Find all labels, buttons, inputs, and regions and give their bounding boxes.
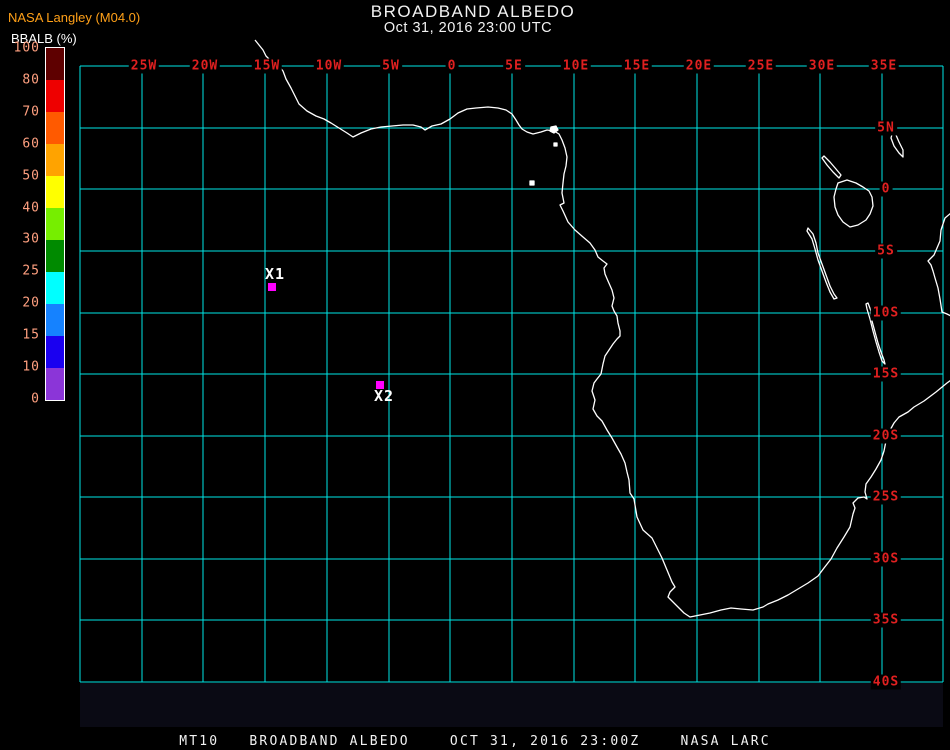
map-canvas: [79, 39, 950, 683]
latitude-label: 30S: [870, 551, 902, 567]
island-outline: [553, 142, 558, 147]
albedo-map-viewer: BROADBAND ALBEDO Oct 31, 2016 23:00 UTC …: [0, 0, 950, 750]
site-marker-label: X2: [374, 387, 395, 405]
longitude-label: 10E: [560, 58, 592, 74]
latitude-label: 35S: [870, 612, 902, 628]
latitude-label: 15S: [870, 366, 902, 382]
lake-outline: [821, 155, 842, 179]
footer-caption: MT10 BROADBAND ALBEDO OCT 31, 2016 23:00…: [179, 734, 771, 749]
latitude-label: 25S: [870, 489, 902, 505]
longitude-label: 5W: [380, 58, 402, 74]
coastline: [254, 39, 950, 618]
longitude-label: 20W: [189, 58, 221, 74]
longitude-label: 10W: [313, 58, 345, 74]
latitude-label: 40S: [870, 674, 902, 690]
latitude-label: 0: [879, 181, 893, 197]
site-marker-square: [268, 283, 276, 291]
lake-outline: [806, 227, 838, 300]
longitude-label: 15E: [621, 58, 653, 74]
latitude-label: 20S: [870, 428, 902, 444]
longitude-label: 25W: [128, 58, 160, 74]
latitude-label: 5N: [875, 120, 897, 136]
latitude-label: 10S: [870, 305, 902, 321]
island-outline: [529, 180, 535, 186]
lake-outline: [833, 179, 874, 228]
longitude-label: 20E: [683, 58, 715, 74]
site-marker-label: X1: [265, 265, 286, 283]
latitude-label: 5S: [875, 243, 897, 259]
coastline: [927, 212, 950, 317]
longitude-label: 30E: [806, 58, 838, 74]
longitude-label: 35E: [868, 58, 900, 74]
longitude-label: 5E: [503, 58, 525, 74]
longitude-label: 0: [445, 58, 459, 74]
longitude-label: 25E: [745, 58, 777, 74]
longitude-label: 15W: [251, 58, 283, 74]
